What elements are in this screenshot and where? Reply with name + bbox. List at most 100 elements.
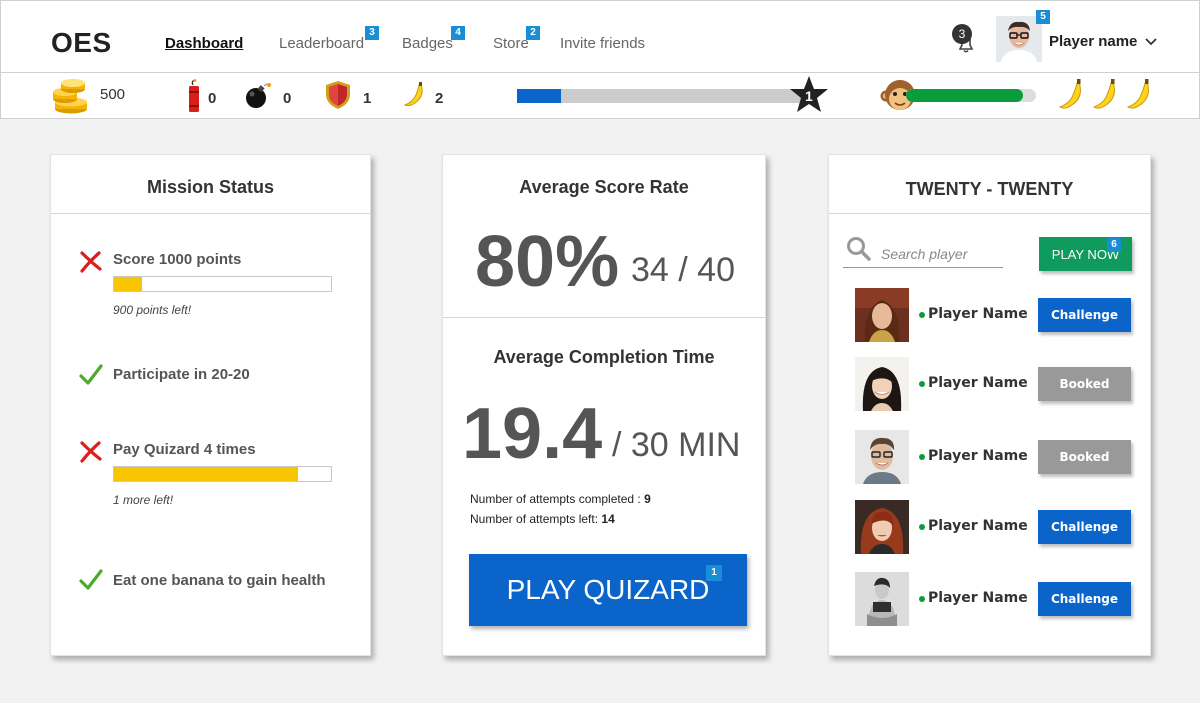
player-avatar bbox=[855, 430, 909, 484]
attempts-left-label: Number of attempts left: bbox=[470, 512, 602, 526]
completion-time-title: Average Completion Time bbox=[493, 347, 715, 367]
leaderboard-badge: 3 bbox=[365, 26, 379, 40]
player-photo bbox=[855, 572, 909, 626]
online-status-dot bbox=[919, 524, 925, 530]
search-underline bbox=[843, 267, 1003, 268]
twenty-divider bbox=[829, 213, 1150, 214]
score-rate: 80% bbox=[475, 222, 620, 302]
player-name: Player Name bbox=[928, 590, 1028, 606]
player-photo bbox=[855, 430, 909, 484]
nav-link-invite-friends[interactable]: Invite friends bbox=[560, 35, 645, 52]
mission-progress-fill bbox=[114, 277, 143, 291]
level-progress-bar bbox=[517, 89, 807, 103]
health-bar-fill bbox=[906, 89, 1023, 102]
stats-bar: 500 0 0 1 2 1 bbox=[0, 73, 1200, 119]
player-avatar bbox=[855, 500, 909, 554]
booked-button[interactable]: Booked bbox=[1038, 367, 1131, 401]
bomb-count: 0 bbox=[283, 90, 292, 107]
app-logo[interactable]: OES bbox=[51, 27, 112, 59]
check-icon bbox=[79, 364, 103, 385]
online-status-dot bbox=[919, 312, 925, 318]
twenty-twenty-title: TWENTY - TWENTY bbox=[905, 179, 1074, 199]
attempts-completed: Number of attempts completed : 9 bbox=[470, 492, 651, 506]
player-row: Player Name Booked bbox=[855, 430, 1135, 484]
mission-label: Score 1000 points bbox=[113, 251, 242, 268]
cross-icon bbox=[80, 251, 102, 273]
online-status-dot bbox=[919, 381, 925, 387]
mission-progress-fill bbox=[114, 467, 299, 481]
banana-life-icon bbox=[1092, 79, 1115, 109]
banana-life-icon bbox=[1058, 79, 1081, 109]
player-row: Player Name Challenge bbox=[855, 500, 1135, 554]
attempts-completed-label: Number of attempts completed : bbox=[470, 492, 645, 506]
mission-divider bbox=[51, 213, 370, 214]
player-photo bbox=[855, 288, 909, 342]
player-avatar bbox=[855, 357, 909, 411]
player-photo bbox=[855, 357, 909, 411]
attempts-completed-value: 9 bbox=[644, 492, 651, 506]
challenge-button[interactable]: Challenge bbox=[1038, 582, 1131, 616]
nav-link-leaderboard[interactable]: Leaderboard bbox=[279, 35, 364, 52]
mission-label: Eat one banana to gain health bbox=[113, 572, 326, 589]
challenge-button[interactable]: Challenge bbox=[1038, 510, 1131, 544]
player-name: Player Name bbox=[928, 518, 1028, 534]
profile-badge: 5 bbox=[1036, 10, 1050, 24]
level-progress-fill bbox=[517, 89, 561, 103]
bomb-icon bbox=[246, 83, 271, 108]
player-name-label: Player name bbox=[1049, 33, 1138, 50]
play-quizard-badge: 1 bbox=[706, 565, 722, 581]
average-score-title: Average Score Rate bbox=[519, 177, 689, 197]
player-name-menu[interactable]: Player name bbox=[1049, 33, 1157, 50]
attempts-left: Number of attempts left: 14 bbox=[470, 512, 615, 526]
top-nav: OES Dashboard Leaderboard 3 Badges 4 Sto… bbox=[0, 0, 1200, 73]
badges-badge: 4 bbox=[451, 26, 465, 40]
challenge-button[interactable]: Challenge bbox=[1038, 298, 1131, 332]
mission-status-title: Mission Status bbox=[146, 177, 275, 197]
completion-time-total: / 30 MIN bbox=[612, 426, 741, 464]
online-status-dot bbox=[919, 454, 925, 460]
player-name: Player Name bbox=[928, 375, 1028, 391]
search-player-input[interactable] bbox=[881, 243, 1001, 265]
store-badge: 2 bbox=[526, 26, 540, 40]
banana-icon bbox=[403, 82, 423, 107]
banana-count: 2 bbox=[435, 90, 444, 107]
mission-note: 900 points left! bbox=[113, 303, 192, 317]
play-now-badge: 6 bbox=[1107, 238, 1121, 252]
nav-link-badges[interactable]: Badges bbox=[402, 35, 453, 52]
banana-life-icon bbox=[1126, 79, 1149, 109]
shield-count: 1 bbox=[363, 90, 372, 107]
score-divider bbox=[443, 317, 765, 318]
player-avatar bbox=[855, 572, 909, 626]
mission-progress-bar bbox=[113, 466, 332, 482]
mission-label: Participate in 20-20 bbox=[113, 366, 250, 383]
coins-icon bbox=[53, 79, 87, 114]
health-bar bbox=[906, 89, 1036, 102]
nav-link-dashboard[interactable]: Dashboard bbox=[165, 35, 243, 52]
shield-icon bbox=[326, 81, 350, 109]
player-avatar bbox=[855, 288, 909, 342]
level-number: 1 bbox=[805, 88, 813, 104]
nav-link-store[interactable]: Store bbox=[493, 35, 529, 52]
cross-icon bbox=[80, 441, 102, 463]
mission-note: 1 more left! bbox=[113, 493, 174, 507]
player-row: Player Name Booked bbox=[855, 357, 1135, 411]
player-name: Player Name bbox=[928, 448, 1028, 464]
mission-label: Pay Quizard 4 times bbox=[113, 441, 256, 458]
twenty-twenty-card: TWENTY - TWENTY PLAY NOW 6 Player Name C… bbox=[828, 154, 1151, 656]
dynamite-icon bbox=[189, 79, 199, 112]
player-name: Player Name bbox=[928, 306, 1028, 322]
mission-progress-bar bbox=[113, 276, 332, 292]
completion-time: 19.4 bbox=[462, 394, 603, 474]
search-icon bbox=[847, 237, 871, 261]
attempts-left-value: 14 bbox=[601, 512, 615, 526]
booked-button[interactable]: Booked bbox=[1038, 440, 1131, 474]
coins-count: 500 bbox=[100, 86, 126, 103]
player-photo bbox=[855, 500, 909, 554]
score-fraction: 34 / 40 bbox=[631, 251, 735, 289]
dynamite-count: 0 bbox=[208, 90, 217, 107]
score-card: Average Score Rate 80% 34 / 40 Average C… bbox=[442, 154, 766, 656]
player-row: Player Name Challenge bbox=[855, 572, 1135, 626]
player-row: Player Name Challenge bbox=[855, 288, 1135, 342]
online-status-dot bbox=[919, 596, 925, 602]
chevron-down-icon bbox=[1144, 38, 1157, 46]
